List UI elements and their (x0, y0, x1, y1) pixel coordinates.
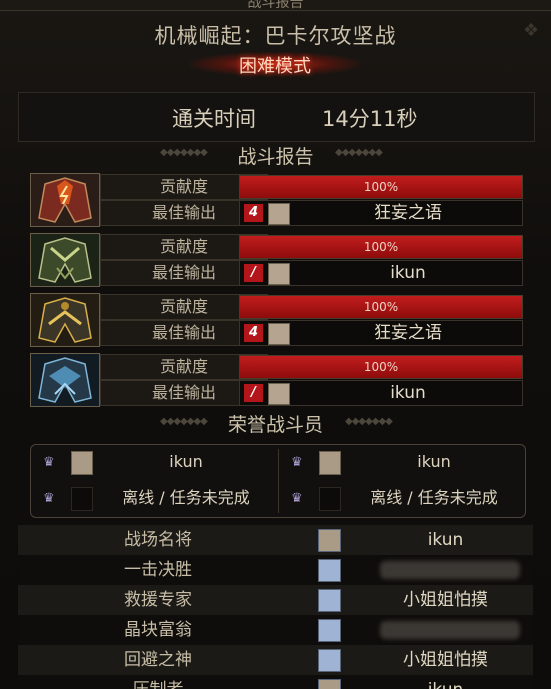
class-emblem-icon: / (244, 384, 263, 402)
award-title: 晶块富翁 (124, 620, 192, 640)
crown-icon: ♛ (291, 491, 303, 506)
best-dps-player: ikun (390, 383, 426, 403)
empty-avatar-icon (319, 487, 341, 511)
award-title: 一击决胜 (124, 560, 192, 580)
clear-time-panel: 通关时间 14分11秒 (18, 92, 535, 142)
honor-heading: 荣誉战斗员 (227, 414, 323, 436)
best-dps-entry: 4 狂妄之语 (239, 200, 523, 226)
boss-gold-helmet-icon (30, 293, 100, 347)
clear-time-value: 14分11秒 (322, 107, 418, 131)
best-dps-entry: / ikun (239, 260, 523, 286)
difficulty-badge: 困难模式 (190, 50, 360, 78)
player-avatar-icon (318, 589, 341, 612)
award-player: ikun (427, 530, 464, 550)
class-emblem-icon: 4 (244, 204, 263, 222)
award-player: ikun (358, 675, 533, 689)
heading-right-ornament-icon: ◆◆◆◆◆◆◆ (345, 416, 393, 427)
honor-member[interactable]: ♛ ikun (31, 447, 271, 477)
honor-member[interactable]: ♛ 离线 / 任务未完成 (279, 483, 519, 513)
honor-member[interactable]: ♛ 离线 / 任务未完成 (31, 483, 271, 513)
window-title-bar: 战斗报告 (0, 0, 551, 11)
report-heading: 战斗报告 (237, 146, 314, 168)
award-row: 一击决胜 (18, 555, 533, 585)
honor-member-name: 离线 / 任务未完成 (122, 488, 250, 507)
player-avatar-icon (268, 203, 290, 225)
class-emblem-icon: 4 (244, 324, 263, 342)
battle-report-window: 战斗报告 ❖ 机械崛起：巴卡尔攻坚战 困难模式 通关时间 14分11秒 ◆◆◆◆… (0, 0, 551, 689)
award-player: 小姐姐怕摸 (403, 650, 488, 670)
crown-icon: ♛ (43, 491, 55, 506)
boss-green-helmet-icon (30, 233, 100, 287)
boss-blue-helmet-icon (30, 353, 100, 407)
empty-avatar-icon (71, 487, 93, 511)
player-avatar-icon (268, 383, 290, 405)
award-row: 压制者 ikun (18, 675, 533, 689)
award-row: 救援专家 小姐姐怕摸 (18, 585, 533, 615)
boss-row: 贡献度 100% 最佳输出 / ikun (30, 233, 523, 287)
honor-member-name: ikun (417, 452, 451, 471)
blurred-name (380, 621, 520, 639)
heading-right-ornament-icon: ◆◆◆◆◆◆◆ (335, 147, 383, 158)
contribution-bar: 100% (239, 175, 523, 199)
best-dps-player: ikun (390, 263, 426, 283)
contribution-percent: 100% (363, 300, 399, 314)
player-avatar-icon (318, 559, 341, 582)
honor-member-name: ikun (169, 452, 203, 471)
award-title: 战场名将 (124, 530, 192, 550)
window-title: 战斗报告 (247, 0, 304, 11)
award-player: 小姐姐怕摸 (403, 590, 488, 610)
best-dps-player: 狂妄之语 (374, 203, 442, 223)
best-dps-entry: 4 狂妄之语 (239, 320, 523, 346)
best-dps-entry: / ikun (239, 380, 523, 406)
difficulty-label: 困难模式 (239, 56, 311, 77)
contribution-percent: 100% (363, 180, 399, 194)
contribution-percent: 100% (363, 240, 399, 254)
clear-time-label: 通关时间 (172, 107, 256, 131)
award-title: 压制者 (98, 675, 218, 689)
player-avatar-icon (318, 679, 341, 689)
honor-member[interactable]: ♛ ikun (279, 447, 519, 477)
crown-icon: ♛ (43, 455, 55, 470)
player-avatar-icon (318, 619, 341, 642)
crown-icon: ♛ (291, 455, 303, 470)
player-avatar-icon (319, 451, 341, 475)
blurred-name (380, 561, 520, 579)
boss-red-helmet-icon (30, 173, 100, 227)
contribution-bar: 100% (239, 355, 523, 379)
boss-row: 贡献度 100% 最佳输出 4 狂妄之语 (30, 173, 523, 227)
contribution-bar: 100% (239, 235, 523, 259)
player-avatar-icon (318, 649, 341, 672)
award-row: 晶块富翁 (18, 615, 533, 645)
boss-row: 贡献度 100% 最佳输出 4 狂妄之语 (30, 293, 523, 347)
honor-member-name: 离线 / 任务未完成 (370, 488, 498, 507)
award-row: 回避之神 小姐姐怕摸 (18, 645, 533, 675)
player-avatar-icon (71, 451, 93, 475)
contribution-percent: 100% (363, 360, 399, 374)
dungeon-name: 机械崛起：巴卡尔攻坚战 (154, 24, 397, 48)
award-title: 回避之神 (124, 650, 192, 670)
honor-members-panel: ♛ ikun ♛ ikun ♛ 离线 / 任务未完成 ♛ 离线 / 任务未完成 (30, 444, 526, 518)
player-avatar-icon (318, 529, 341, 552)
boss-row: 贡献度 100% 最佳输出 / ikun (30, 353, 523, 407)
contribution-bar: 100% (239, 295, 523, 319)
class-emblem-icon: / (244, 264, 263, 282)
award-row: 战场名将 ikun (18, 525, 533, 555)
best-dps-player: 狂妄之语 (374, 323, 442, 343)
award-title: 救援专家 (124, 590, 192, 610)
awards-list: 战场名将 ikun 一击决胜 救援专家 小姐姐怕摸 晶块富翁 回避之神 小姐姐怕… (18, 525, 533, 689)
player-avatar-icon (268, 263, 290, 285)
player-avatar-icon (268, 323, 290, 345)
